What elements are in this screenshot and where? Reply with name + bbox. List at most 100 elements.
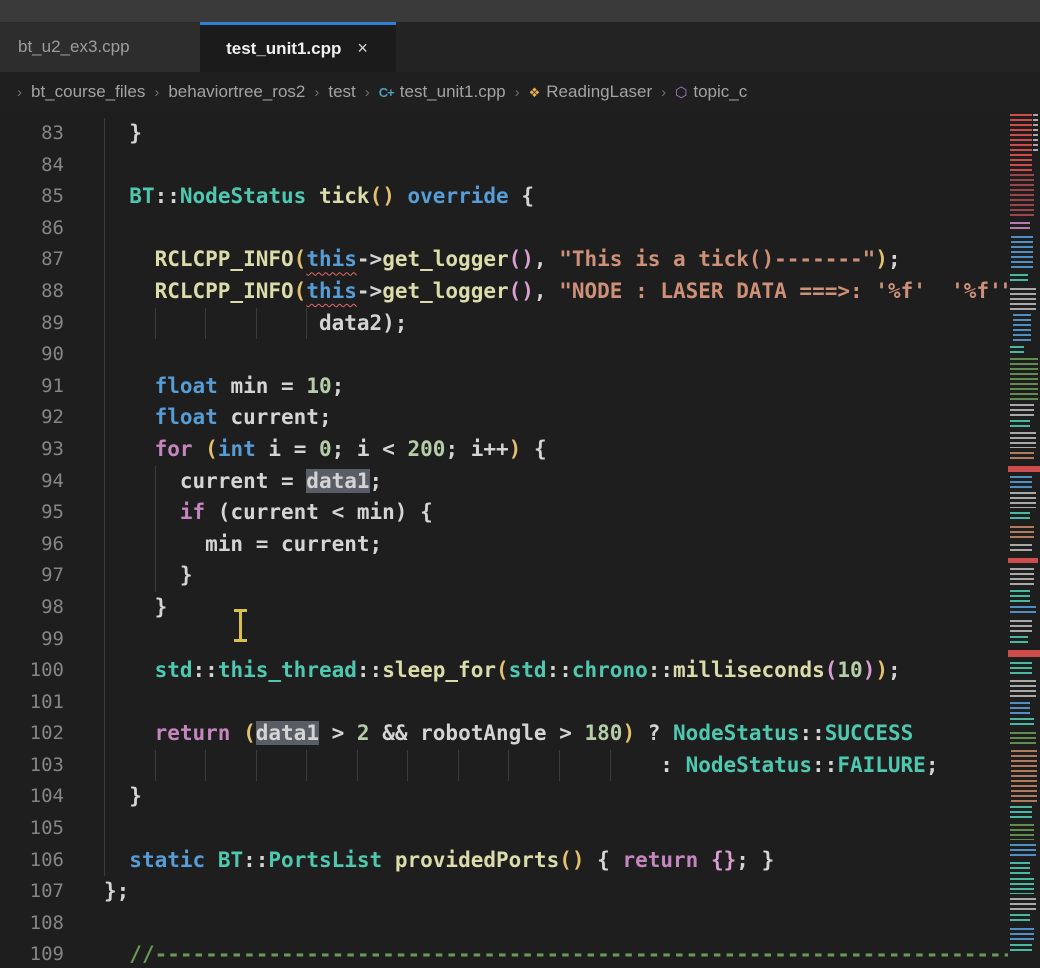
line-number[interactable]: 90	[0, 339, 64, 371]
code-line[interactable]: 96 min = current;	[0, 529, 1040, 561]
line-number[interactable]: 94	[0, 466, 64, 498]
code-line[interactable]: 104 }	[0, 781, 1040, 813]
code-line[interactable]: 99	[0, 624, 1040, 656]
code-text[interactable]: BT::NodeStatus tick() override {	[64, 181, 1040, 213]
close-icon[interactable]: ×	[355, 38, 370, 59]
breadcrumb-item-test-unit1-cpp[interactable]: test_unit1.cpp	[379, 82, 506, 102]
code-text[interactable]: RCLCPP_INFO(this->get_logger(), "NODE : …	[64, 276, 1040, 308]
line-number[interactable]: 87	[0, 244, 64, 276]
line-number[interactable]: 109	[0, 939, 64, 968]
code-text[interactable]	[64, 339, 1040, 371]
code-line[interactable]: 85 BT::NodeStatus tick() override {	[0, 181, 1040, 213]
code-token: :	[660, 753, 685, 777]
line-number[interactable]: 96	[0, 529, 64, 561]
minimap-band	[1010, 606, 1036, 616]
code-text[interactable]: : NodeStatus::FAILURE;	[64, 750, 1040, 782]
line-number[interactable]: 99	[0, 624, 64, 656]
code-text[interactable]: }	[64, 781, 1040, 813]
line-number[interactable]: 95	[0, 497, 64, 529]
code-text[interactable]	[64, 687, 1040, 719]
line-number[interactable]: 107	[0, 876, 64, 908]
code-token	[104, 942, 129, 966]
indent-guide	[104, 497, 105, 529]
code-text[interactable]: data2);	[64, 308, 1040, 340]
code-line[interactable]: 94 current = data1;	[0, 466, 1040, 498]
code-text[interactable]	[64, 150, 1040, 182]
line-number[interactable]: 88	[0, 276, 64, 308]
code-text[interactable]: float current;	[64, 402, 1040, 434]
line-number[interactable]: 92	[0, 402, 64, 434]
code-line[interactable]: 109 //----------------------------------…	[0, 939, 1040, 968]
line-number[interactable]: 103	[0, 750, 64, 782]
line-number[interactable]: 101	[0, 687, 64, 719]
line-number[interactable]: 98	[0, 592, 64, 624]
code-text[interactable]: }	[64, 560, 1040, 592]
breadcrumb-item-topic-c[interactable]: topic_c	[675, 82, 747, 102]
code-line[interactable]: 86	[0, 213, 1040, 245]
code-text[interactable]: if (current < min) {	[64, 497, 1040, 529]
code-token: ::	[812, 753, 837, 777]
code-line[interactable]: 90	[0, 339, 1040, 371]
line-number[interactable]: 84	[0, 150, 64, 182]
code-text[interactable]	[64, 813, 1040, 845]
code-line[interactable]: 88 RCLCPP_INFO(this->get_logger(), "NODE…	[0, 276, 1040, 308]
breadcrumb-item-test[interactable]: test	[328, 82, 355, 102]
code-line[interactable]: 101	[0, 687, 1040, 719]
code-text[interactable]: static BT::PortsList providedPorts() { r…	[64, 845, 1040, 877]
code-text[interactable]: }	[64, 118, 1040, 150]
code-text[interactable]: min = current;	[64, 529, 1040, 561]
line-number[interactable]: 106	[0, 845, 64, 877]
code-line[interactable]: 105	[0, 813, 1040, 845]
line-number[interactable]: 100	[0, 655, 64, 687]
code-text[interactable]: std::this_thread::sleep_for(std::chrono:…	[64, 655, 1040, 687]
code-line[interactable]: 100 std::this_thread::sleep_for(std::chr…	[0, 655, 1040, 687]
code-line[interactable]: 98 }	[0, 592, 1040, 624]
minimap[interactable]	[1008, 112, 1040, 968]
line-number[interactable]: 91	[0, 371, 64, 403]
code-line[interactable]: 106 static BT::PortsList providedPorts()…	[0, 845, 1040, 877]
code-line[interactable]: 92 float current;	[0, 402, 1040, 434]
code-line[interactable]: 93 for (int i = 0; i < 200; i++) {	[0, 434, 1040, 466]
tab-test-unit1[interactable]: test_unit1.cpp ×	[200, 22, 396, 72]
code-text[interactable]: for (int i = 0; i < 200; i++) {	[64, 434, 1040, 466]
code-text[interactable]: float min = 10;	[64, 371, 1040, 403]
code-text[interactable]	[64, 213, 1040, 245]
code-line[interactable]: 87 RCLCPP_INFO(this->get_logger(), "This…	[0, 244, 1040, 276]
code-text[interactable]	[64, 624, 1040, 656]
code-line[interactable]: 108	[0, 908, 1040, 940]
tab-bt-u2-ex3[interactable]: bt_u2_ex3.cpp	[0, 22, 200, 72]
code-text[interactable]: };	[64, 876, 1040, 908]
code-token: i =	[256, 437, 319, 461]
line-number[interactable]: 104	[0, 781, 64, 813]
code-text[interactable]: return (data1 > 2 && robotAngle > 180) ?…	[64, 718, 1040, 750]
code-line[interactable]: 83 }	[0, 118, 1040, 150]
code-token	[104, 437, 155, 461]
breadcrumb-item-readinglaser[interactable]: ReadingLaser	[529, 82, 653, 102]
code-text[interactable]: //--------------------------------------…	[64, 939, 1040, 968]
code-line[interactable]: 91 float min = 10;	[0, 371, 1040, 403]
line-number[interactable]: 83	[0, 118, 64, 150]
line-number[interactable]: 89	[0, 308, 64, 340]
line-number[interactable]: 102	[0, 718, 64, 750]
line-number[interactable]: 93	[0, 434, 64, 466]
line-number[interactable]: 85	[0, 181, 64, 213]
breadcrumb-item-behaviortree-ros2[interactable]: behaviortree_ros2	[168, 82, 305, 102]
code-line[interactable]: 103 : NodeStatus::FAILURE;	[0, 750, 1040, 782]
code-line[interactable]: 95 if (current < min) {	[0, 497, 1040, 529]
breadcrumb-item-bt-course-files[interactable]: bt_course_files	[31, 82, 145, 102]
line-number[interactable]: 86	[0, 213, 64, 245]
code-text[interactable]: RCLCPP_INFO(this->get_logger(), "This is…	[64, 244, 1040, 276]
line-number[interactable]: 97	[0, 560, 64, 592]
code-line[interactable]: 107};	[0, 876, 1040, 908]
code-line[interactable]: 84	[0, 150, 1040, 182]
line-number[interactable]: 108	[0, 908, 64, 940]
code-line[interactable]: 97 }	[0, 560, 1040, 592]
code-editor[interactable]: 83 }8485 BT::NodeStatus tick() override …	[0, 112, 1040, 968]
text-cursor-pointer	[234, 609, 247, 642]
line-number[interactable]: 105	[0, 813, 64, 845]
code-line[interactable]: 102 return (data1 > 2 && robotAngle > 18…	[0, 718, 1040, 750]
code-text[interactable]: current = data1;	[64, 466, 1040, 498]
code-text[interactable]: }	[64, 592, 1040, 624]
code-text[interactable]	[64, 908, 1040, 940]
code-line[interactable]: 89 data2);	[0, 308, 1040, 340]
